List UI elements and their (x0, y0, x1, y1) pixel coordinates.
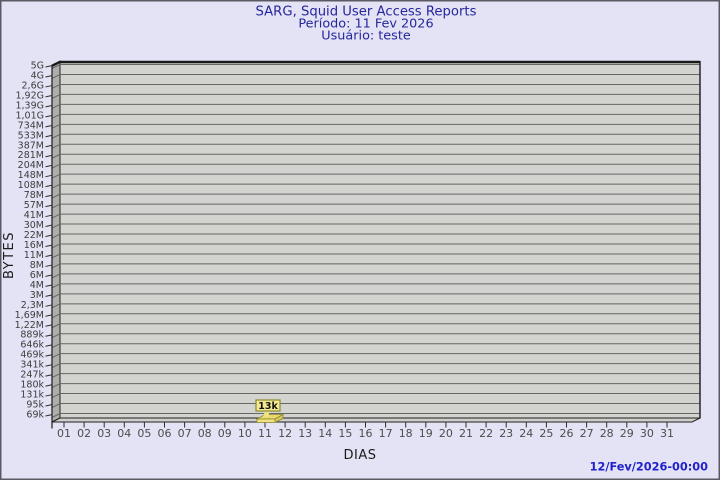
x-tick-label: 08 (198, 427, 212, 440)
x-tick-label: 01 (57, 427, 71, 440)
x-tick-label: 16 (359, 427, 373, 440)
x-tick-label: 13 (298, 427, 312, 440)
x-tick-label: 18 (399, 427, 413, 440)
x-tick-label: 23 (499, 427, 513, 440)
x-tick-label: 17 (379, 427, 393, 440)
x-tick-label: 19 (419, 427, 433, 440)
x-tick-label: 09 (218, 427, 232, 440)
x-tick-label: 15 (338, 427, 352, 440)
x-tick-label: 28 (600, 427, 614, 440)
x-tick-label: 11 (258, 427, 272, 440)
generation-timestamp: 12/Fev/2026-00:00 (590, 461, 708, 474)
x-tick-label: 12 (278, 427, 292, 440)
sarg-report-page: SARG, Squid User Access Reports Período:… (0, 0, 720, 480)
x-tick-label: 24 (519, 427, 533, 440)
x-tick-label: 31 (660, 427, 674, 440)
x-tick-label: 07 (178, 427, 192, 440)
y-axis-title: BYTES (2, 231, 17, 279)
y-tick-label: 69k (26, 410, 44, 421)
x-tick-label: 03 (97, 427, 111, 440)
x-axis-title: DIAS (344, 448, 377, 463)
sarg-daily-bytes-chart: SARG, Squid User Access Reports Período:… (0, 0, 720, 480)
x-tick-label: 04 (117, 427, 131, 440)
x-tick-label: 20 (439, 427, 453, 440)
bar-day-11: 13k (256, 400, 283, 423)
x-tick-label: 06 (158, 427, 172, 440)
x-tick-label: 14 (318, 427, 332, 440)
x-tick-label: 10 (238, 427, 252, 440)
plot-floor (52, 418, 700, 422)
x-tick-label: 02 (77, 427, 91, 440)
x-tick-label: 29 (620, 427, 634, 440)
x-tick-label: 22 (479, 427, 493, 440)
chart-subtitle-user: Usuário: teste (321, 29, 411, 44)
x-tick-label: 27 (580, 427, 594, 440)
bar-value-label: 13k (258, 401, 278, 412)
x-tick-label: 30 (640, 427, 654, 440)
bar-series: 13k (256, 400, 283, 423)
x-tick-label: 26 (560, 427, 574, 440)
x-tick-label: 21 (459, 427, 473, 440)
x-tick-label: 25 (539, 427, 553, 440)
bar-front-face (257, 419, 275, 423)
x-tick-label: 05 (137, 427, 151, 440)
